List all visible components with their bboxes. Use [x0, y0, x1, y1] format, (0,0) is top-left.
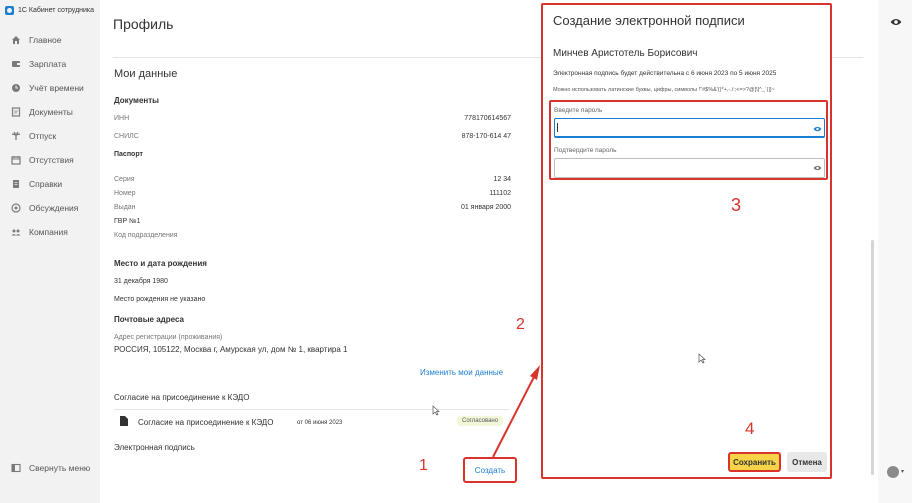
annotation-number-1: 1 — [419, 457, 428, 474]
birth-place: Место рождения не указано — [114, 296, 206, 303]
sidebar-item-absences[interactable]: Отсутствия — [0, 148, 100, 172]
discussion-icon — [11, 203, 21, 213]
annotation-number-4: 4 — [745, 419, 755, 438]
sidebar: 1С Кабинет сотрудника Главное Зарплата У… — [0, 0, 100, 503]
sidebar-item-main[interactable]: Главное — [0, 28, 100, 52]
app-logo-icon — [5, 6, 14, 15]
password-fields-group: Введите пароль Подтвердите пароль — [549, 100, 828, 180]
eye-icon[interactable] — [890, 18, 902, 26]
addresses-heading: Почтовые адреса — [114, 315, 184, 324]
sidebar-item-label: Компания — [29, 227, 68, 237]
cancel-button[interactable]: Отмена — [787, 452, 827, 472]
password-input[interactable] — [554, 118, 825, 138]
sidebar-item-certificates[interactable]: Справки — [0, 172, 100, 196]
sidebar-item-label: Обсуждения — [29, 203, 79, 213]
show-confirm-password-icon[interactable] — [813, 165, 822, 171]
home-icon — [11, 35, 21, 45]
page-title: Профиль — [113, 16, 174, 32]
birth-date: 31 декабря 1980 — [114, 278, 168, 285]
chevron-down-icon[interactable]: ▾ — [901, 468, 904, 475]
scrollbar[interactable] — [870, 0, 876, 503]
dialog-title: Создание электронной подписи — [553, 13, 745, 28]
mouse-cursor-icon — [698, 353, 706, 364]
company-icon — [11, 227, 21, 237]
show-password-icon[interactable] — [813, 126, 822, 132]
issued-label: Выдан — [114, 204, 136, 211]
confirm-password-input[interactable] — [554, 158, 825, 178]
app-title-text: 1С Кабинет сотрудника — [18, 7, 95, 14]
number-value: 111102 — [489, 190, 511, 197]
sidebar-item-documents[interactable]: Документы — [0, 100, 100, 124]
kedo-document-link[interactable]: Согласие на присоединение к КЭДО — [138, 418, 273, 427]
documents-heading: Документы — [114, 96, 159, 105]
inn-label: ИНН — [114, 115, 130, 122]
sidebar-item-salary[interactable]: Зарплата — [0, 52, 100, 76]
sidebar-item-label: Отпуск — [29, 131, 57, 141]
sidebar-item-label: Учёт времени — [29, 83, 84, 93]
esign-heading: Электронная подпись — [114, 443, 195, 452]
employee-name: Минчев Аристотель Борисович — [553, 48, 698, 59]
create-signature-dialog: Создание электронной подписи Минчев Арис… — [541, 3, 832, 479]
mouse-cursor-icon — [432, 405, 440, 416]
create-signature-button[interactable]: Создать — [463, 457, 517, 483]
sidebar-nav: Главное Зарплата Учёт времени Документы … — [0, 28, 100, 244]
kedo-document-date: от 06 июня 2023 — [297, 420, 343, 426]
sidebar-item-label: Зарплата — [29, 59, 67, 69]
snils-value: 878-170-614 47 — [461, 133, 511, 140]
inn-value: 778170614567 — [464, 115, 511, 122]
sidebar-item-discussions[interactable]: Обсуждения — [0, 196, 100, 220]
sidebar-item-vacation[interactable]: Отпуск — [0, 124, 100, 148]
sidebar-item-label: Отсутствия — [29, 155, 74, 165]
validity-text: Электронная подпись будет действительна … — [553, 70, 777, 77]
series-label: Серия — [114, 176, 135, 183]
sidebar-item-time[interactable]: Учёт времени — [0, 76, 100, 100]
sidebar-item-company[interactable]: Компания — [0, 220, 100, 244]
certificate-icon — [11, 179, 21, 189]
text-caret — [557, 123, 558, 132]
annotation-number-3: 3 — [731, 195, 742, 215]
palm-icon — [11, 131, 21, 141]
scrollbar-thumb[interactable] — [871, 240, 874, 475]
division-code-label: Код подразделения — [114, 232, 178, 239]
divider — [114, 409, 509, 410]
collapse-menu-button[interactable]: Свернуть меню — [11, 463, 90, 473]
password-label: Введите пароль — [554, 107, 603, 114]
confirm-password-label: Подтвердите пароль — [554, 147, 617, 154]
calendar-icon — [11, 155, 21, 165]
kedo-heading: Согласие на присоединение к КЭДО — [114, 393, 250, 402]
password-hint: Можно использовать латинские буквы, цифр… — [553, 87, 775, 93]
sidebar-item-label: Справки — [29, 179, 63, 189]
sidebar-item-label: Документы — [29, 107, 73, 117]
save-button[interactable]: Сохранить — [728, 452, 781, 472]
document-icon — [120, 416, 128, 426]
collapse-menu-icon — [11, 463, 21, 473]
avatar[interactable] — [887, 466, 899, 478]
series-value: 12 34 — [493, 176, 511, 183]
right-panel: ▾ — [878, 0, 912, 503]
birth-heading: Место и дата рождения — [114, 259, 207, 268]
edit-data-link[interactable]: Изменить мои данные — [420, 368, 503, 377]
number-label: Номер — [114, 190, 136, 197]
snils-label: СНИЛС — [114, 133, 139, 140]
documents-icon — [11, 107, 21, 117]
reg-address-value: РОССИЯ, 105122, Москва г, Амурская ул, д… — [114, 345, 348, 354]
status-badge: Согласовано — [457, 416, 504, 426]
section-title: Мои данные — [114, 68, 178, 80]
annotation-number-2: 2 — [516, 316, 525, 333]
clock-icon — [11, 83, 21, 93]
issuer-text: ГВР №1 — [114, 218, 141, 225]
issued-value: 01 января 2000 — [460, 204, 511, 211]
sidebar-item-label: Главное — [29, 35, 62, 45]
reg-address-label: Адрес регистрации (проживания) — [114, 334, 223, 341]
app-title: 1С Кабинет сотрудника — [5, 6, 94, 15]
wallet-icon — [11, 59, 21, 69]
passport-heading: Паспорт — [114, 151, 143, 158]
collapse-menu-label: Свернуть меню — [29, 463, 91, 473]
